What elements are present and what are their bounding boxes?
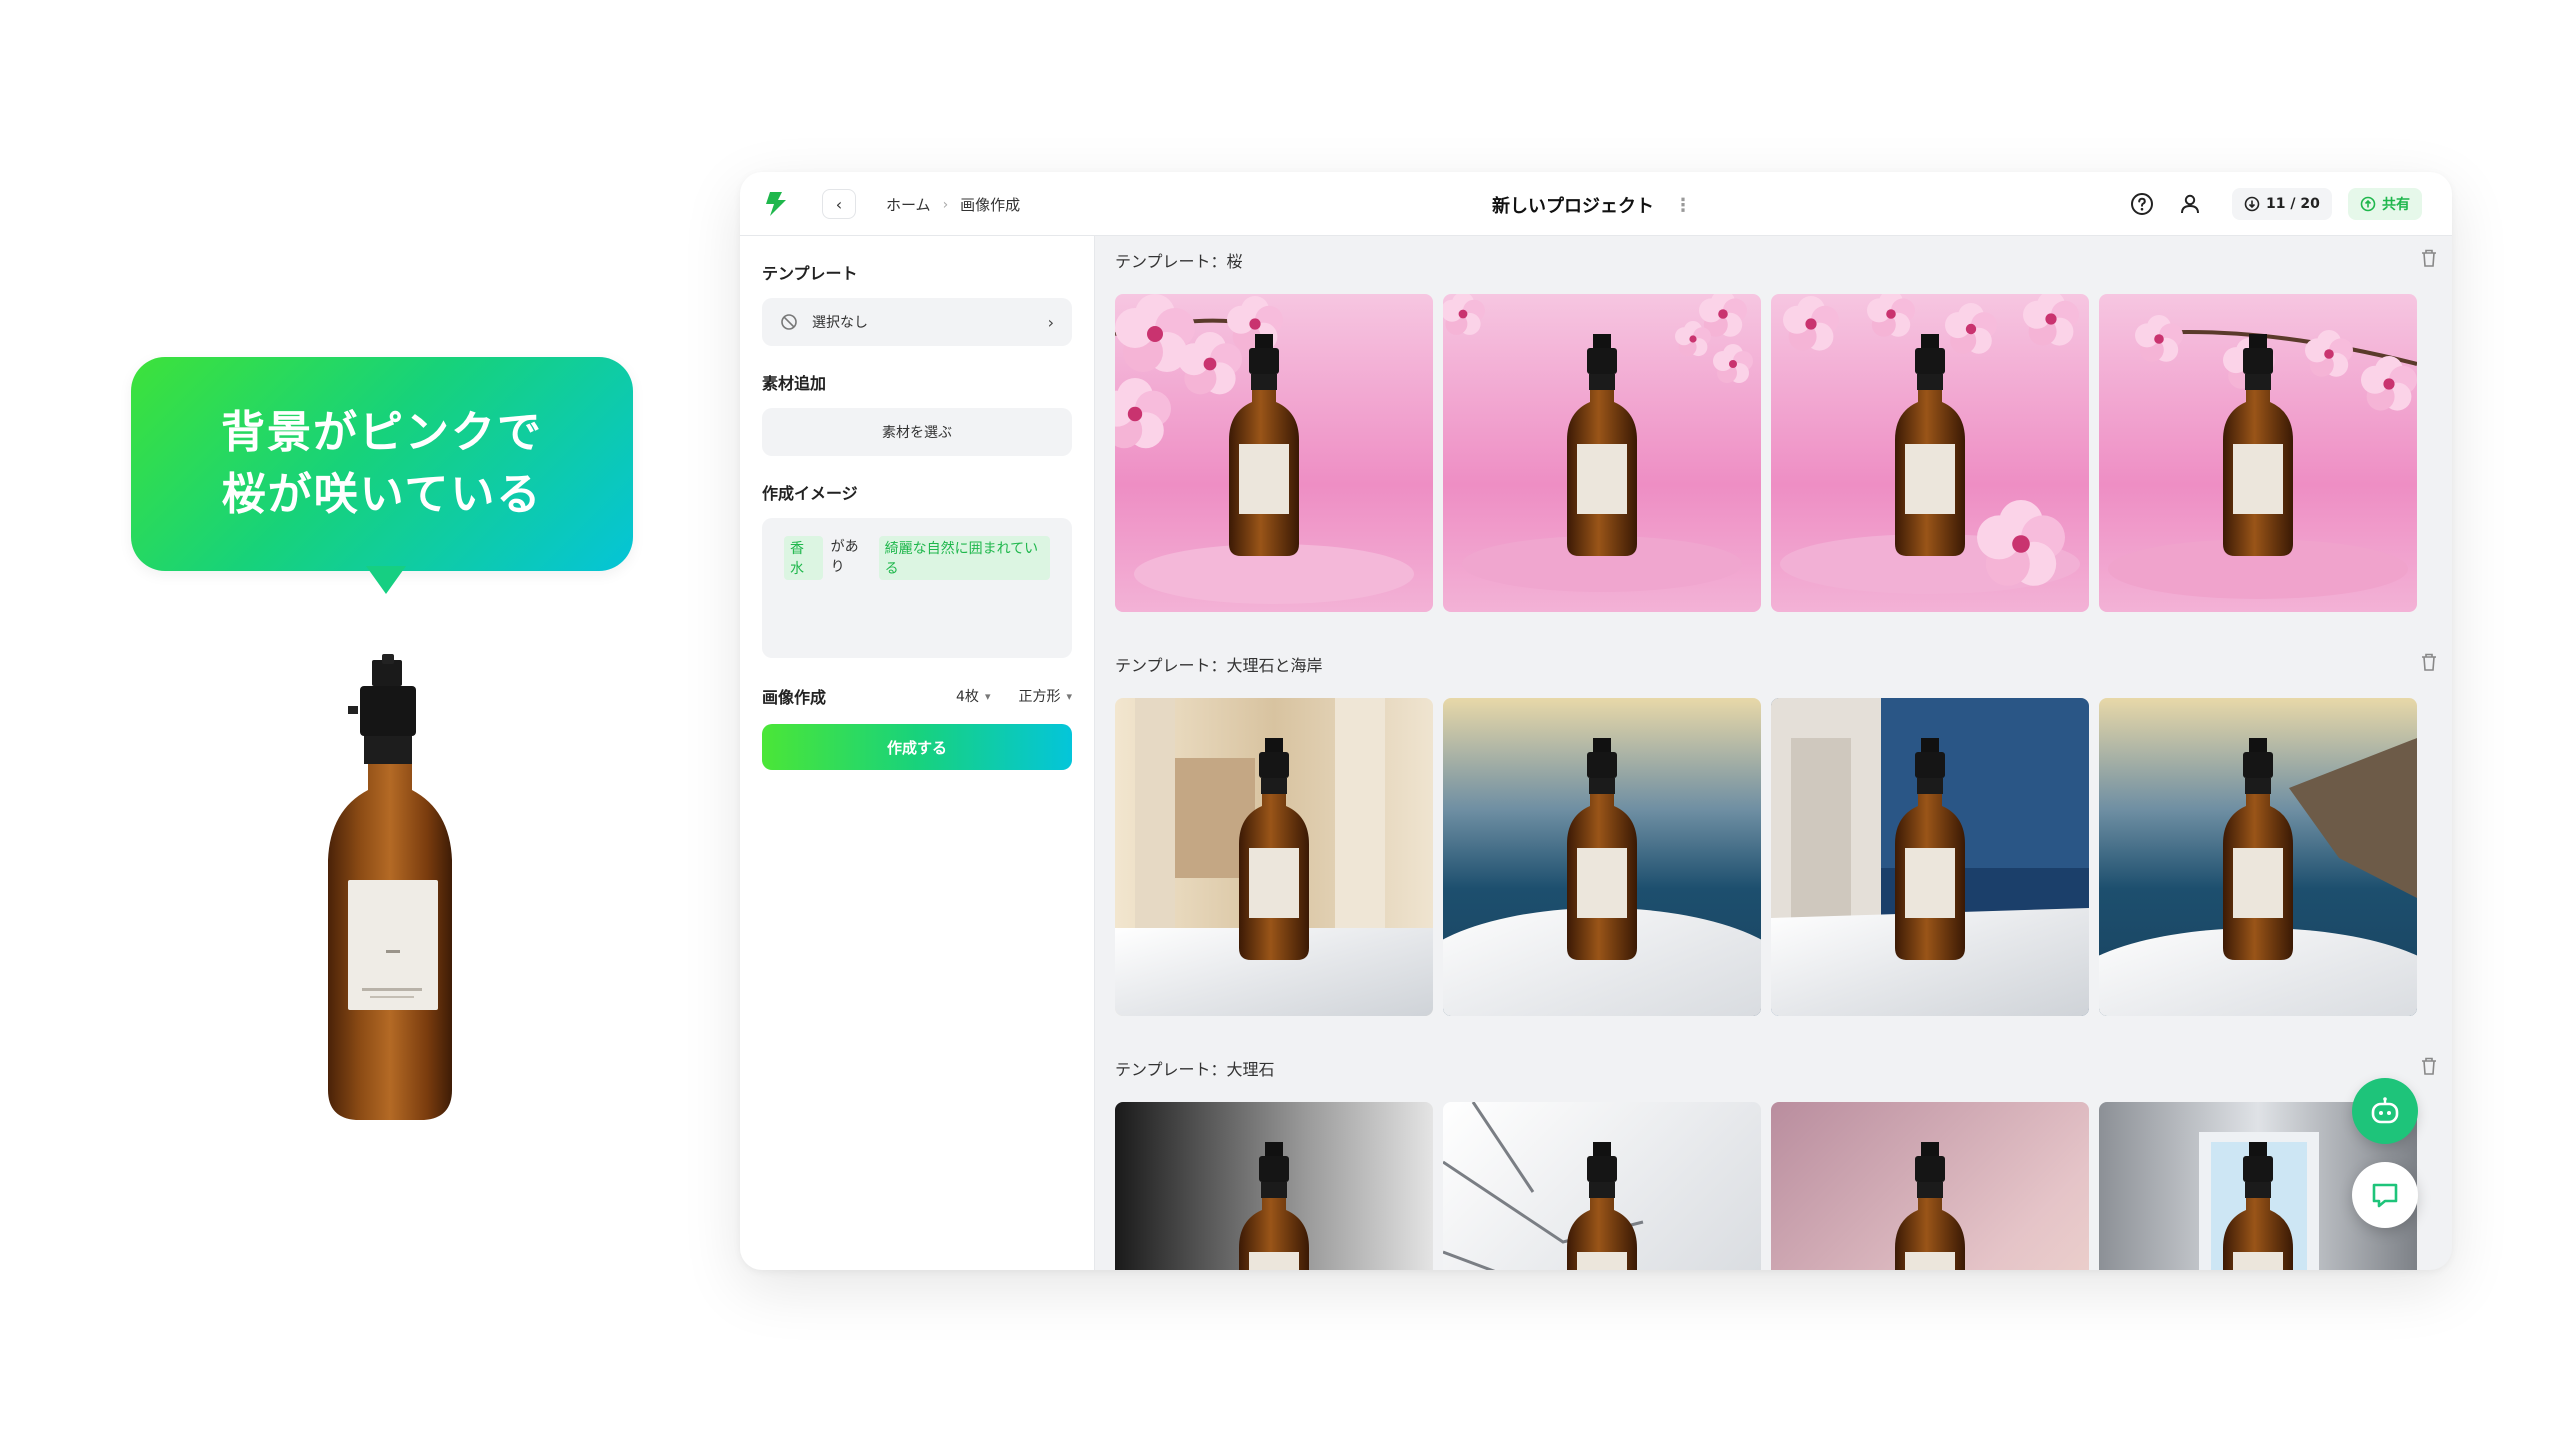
generated-image[interactable]	[1771, 698, 2089, 1016]
chevron-right-icon: ›	[1047, 312, 1054, 332]
sidebar: テンプレート 選択なし › 素材追加 素材を選ぶ 作成イメージ 香水 があり 綺…	[740, 236, 1095, 1270]
breadcrumb-current: 画像作成	[960, 196, 1021, 214]
generated-image[interactable]	[1443, 1102, 1761, 1270]
credits-badge[interactable]: 11 / 20	[2232, 188, 2332, 220]
aspect-ratio-select[interactable]: 正方形 ▾	[1018, 686, 1072, 706]
generated-image[interactable]	[1771, 1102, 2089, 1270]
help-icon[interactable]	[2130, 192, 2154, 216]
robot-icon	[2371, 1097, 2399, 1124]
create-button[interactable]: 作成する	[762, 724, 1072, 770]
template-label: テンプレート	[762, 264, 858, 283]
generated-image[interactable]	[1115, 698, 1433, 1016]
user-icon[interactable]	[2178, 192, 2202, 216]
none-icon	[781, 314, 797, 330]
callout-tail	[366, 566, 406, 594]
breadcrumb: ホーム › 画像作成	[886, 194, 1020, 215]
app-logo-icon[interactable]	[764, 190, 790, 218]
chevron-down-icon: ▾	[1066, 689, 1072, 703]
callout-bubble: 背景がピンクで 桜が咲いている	[131, 357, 633, 571]
chevron-left-icon: ‹	[835, 194, 843, 214]
generated-image[interactable]	[1115, 294, 1433, 612]
generated-image[interactable]	[2099, 294, 2417, 612]
callout-line-1: 背景がピンクで	[221, 407, 543, 458]
generated-image[interactable]	[1771, 294, 2089, 612]
chevron-down-icon: ▾	[984, 689, 991, 703]
trash-icon[interactable]	[2420, 652, 2438, 672]
app-window: ‹ ホーム › 画像作成 新しいプロジェクト ⋮ 11 / 20 共有 テンプレ…	[740, 172, 2452, 1270]
generate-options-row: 画像作成 4枚 ▾ 正方形 ▾	[762, 684, 1072, 708]
prompt-input[interactable]: 香水 があり 綺麗な自然に囲まれている	[762, 518, 1072, 658]
prompt-chip-setting[interactable]: 綺麗な自然に囲まれている	[878, 536, 1051, 580]
section-title-marble: テンプレート：大理石	[1115, 1060, 1275, 1079]
chat-button[interactable]	[2352, 1162, 2418, 1228]
template-select[interactable]: 選択なし ›	[762, 298, 1072, 346]
section-title-sakura: テンプレート：桜	[1115, 252, 1243, 271]
project-title-text[interactable]: 新しいプロジェクト	[1492, 192, 1654, 218]
trash-icon[interactable]	[2420, 1056, 2438, 1076]
share-label: 共有	[2382, 197, 2410, 213]
callout-line-2: 桜が咲いている	[221, 469, 543, 520]
top-bar: ‹ ホーム › 画像作成 新しいプロジェクト ⋮ 11 / 20 共有	[740, 172, 2452, 236]
share-button[interactable]: 共有	[2348, 188, 2422, 220]
upload-icon	[2360, 196, 2376, 212]
prompt-text: があり	[830, 539, 859, 575]
chat-bubble-icon	[2372, 1183, 2398, 1208]
aspect-ratio-value: 正方形	[1018, 689, 1061, 705]
template-select-value: 選択なし	[812, 315, 868, 331]
image-concept-label: 作成イメージ	[762, 484, 858, 503]
chevron-right-icon: ›	[942, 196, 949, 213]
image-count-select[interactable]: 4枚 ▾	[956, 686, 990, 706]
generated-image[interactable]	[1443, 698, 1761, 1016]
section-title-marble-coast: テンプレート：大理石と海岸	[1115, 656, 1323, 675]
generate-label: 画像作成	[762, 688, 827, 707]
generated-image[interactable]	[1443, 294, 1761, 612]
generated-image[interactable]	[1115, 1102, 1433, 1270]
product-bottle-image	[328, 654, 452, 1120]
more-menu-icon[interactable]: ⋮	[1674, 195, 1692, 216]
credits-count: 11 / 20	[2266, 196, 2320, 212]
ai-assistant-button[interactable]	[2352, 1078, 2418, 1144]
breadcrumb-home[interactable]: ホーム	[886, 194, 931, 215]
download-credit-icon	[2244, 196, 2260, 212]
project-title: 新しいプロジェクト ⋮	[1492, 192, 1692, 218]
choose-material-button[interactable]: 素材を選ぶ	[762, 408, 1072, 456]
image-count-value: 4枚	[956, 689, 979, 705]
material-label: 素材追加	[762, 374, 827, 393]
back-button[interactable]: ‹	[822, 189, 856, 219]
trash-icon[interactable]	[2420, 248, 2438, 268]
prompt-chip-subject[interactable]: 香水	[784, 536, 823, 580]
generated-image[interactable]	[2099, 698, 2417, 1016]
gallery-area: テンプレート：桜 テンプレート：大理石と海岸 テンプレート：大理石	[1095, 236, 2452, 1270]
